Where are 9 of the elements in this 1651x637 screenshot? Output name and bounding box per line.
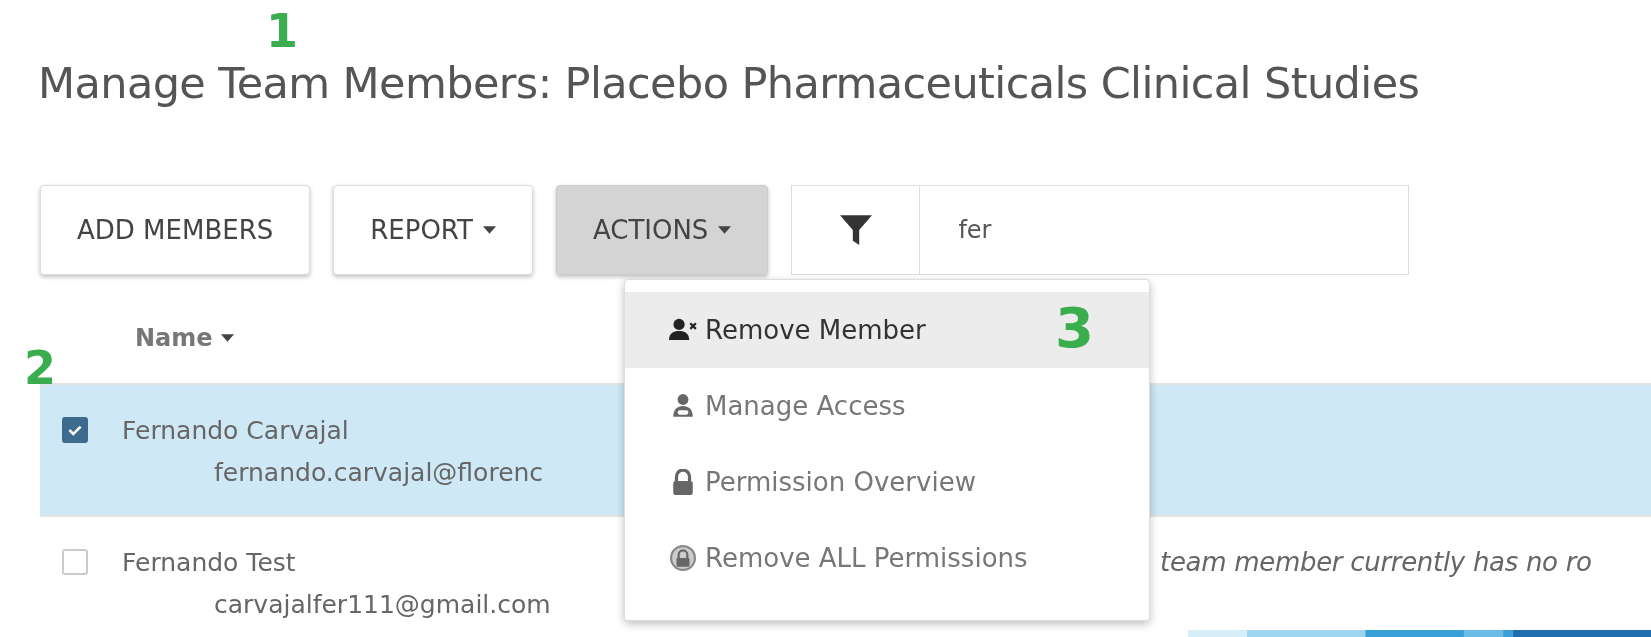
member-name: Fernando Test [122,547,296,579]
member-email: fernando.carvajal@florenc [214,457,544,489]
member-name: Fernando Carvajal [122,415,349,447]
member-email: carvajalfer111@gmail.com [214,589,551,621]
callout-number: 2 [24,345,56,391]
status-note: team member currently has no ro [1160,546,1592,577]
callout-number: 3 [1055,300,1094,356]
page-title: Manage Team Members: Placebo Pharmaceuticals Clinical Studies [38,57,1420,110]
callout-number: 1 [266,8,298,54]
